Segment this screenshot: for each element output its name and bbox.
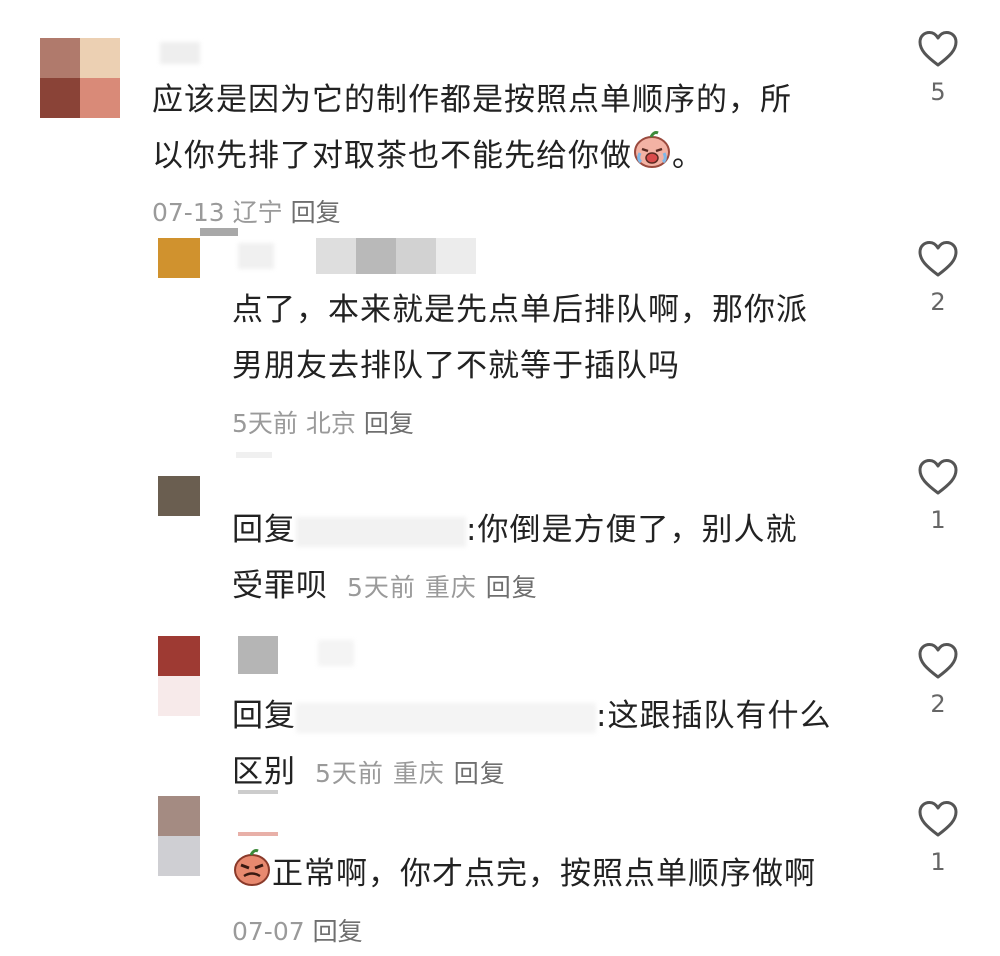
heart-outline-icon [918, 643, 958, 679]
like-count: 2 [930, 690, 946, 718]
username-redacted [238, 790, 278, 794]
comment-meta: 5天前 重庆 回复 [338, 573, 538, 602]
username-redacted [436, 238, 476, 274]
reply-button[interactable]: 回复 [364, 409, 414, 438]
reply-button[interactable]: 回复 [313, 917, 363, 946]
like-button[interactable]: 5 [908, 30, 968, 106]
comment-date: 5天前 [314, 759, 384, 788]
comment-location: 重庆 [392, 759, 445, 788]
crying-face-emoji-icon [632, 129, 672, 187]
like-button[interactable]: 1 [908, 458, 968, 534]
comment-text: 点了，本来就是先点单后排队啊，那你派 男朋友去排队了不就等于插队吗 [232, 292, 808, 384]
comment-date: 5天前 [232, 409, 298, 438]
heart-outline-icon [918, 241, 958, 277]
redaction-bar [200, 228, 238, 236]
comment-text: 正常啊，你才点完，按照点单顺序做啊 [232, 846, 892, 905]
avatar[interactable] [158, 636, 200, 716]
reply-button[interactable]: 回复 [486, 573, 538, 602]
username-redacted [356, 238, 396, 274]
comment-meta: 5天前 重庆 回复 [306, 759, 506, 788]
like-count: 1 [930, 506, 946, 534]
comment-date: 07-13 [152, 198, 225, 227]
username-redacted [160, 42, 200, 64]
comment-location: 重庆 [424, 573, 477, 602]
avatar[interactable] [158, 796, 200, 876]
reply-prefix: 回复 [232, 698, 296, 734]
heart-outline-icon [918, 459, 958, 495]
avatar[interactable] [40, 38, 120, 118]
like-button[interactable]: 1 [908, 800, 968, 876]
like-button[interactable]: 2 [908, 642, 968, 718]
username-redacted [238, 832, 278, 836]
like-button[interactable]: 2 [908, 240, 968, 316]
comment-text: 应该是因为它的制作都是按照点单顺序的，所 以你先排了对取茶也不能先给你做。 [152, 72, 852, 187]
username-redacted [238, 636, 278, 674]
heart-outline-icon [918, 801, 958, 837]
username-redacted [318, 640, 354, 666]
comment-text: 回复:这跟插队有什么 区别 5天前 重庆 回复 [232, 698, 832, 790]
like-count: 1 [930, 848, 946, 876]
avatar[interactable] [158, 476, 200, 516]
comment-meta: 07-07 回复 [232, 912, 363, 948]
like-count: 2 [930, 288, 946, 316]
comment-text: 回复:你倒是方便了，别人就 受罪呗 5天前 重庆 回复 [232, 512, 798, 604]
comment-meta: 5天前 北京 回复 [232, 404, 414, 440]
username-redacted [238, 243, 274, 269]
avatar[interactable] [158, 238, 200, 278]
heart-outline-icon [918, 31, 958, 67]
username-redacted [396, 238, 436, 274]
redaction-bar [236, 452, 272, 458]
comment-date: 5天前 [346, 573, 416, 602]
username-redacted [296, 702, 596, 733]
comment-location: 北京 [305, 409, 356, 438]
like-count: 5 [930, 78, 946, 106]
username-redacted [296, 516, 466, 547]
comment-location: 辽宁 [232, 198, 283, 227]
comment-date: 07-07 [232, 917, 305, 946]
comment-meta: 07-13 辽宁 回复 [152, 193, 341, 229]
username-redacted [316, 238, 356, 274]
reply-button[interactable]: 回复 [291, 198, 341, 227]
reply-button[interactable]: 回复 [454, 759, 506, 788]
grumpy-face-emoji-icon [232, 847, 272, 905]
reply-prefix: 回复 [232, 512, 296, 548]
